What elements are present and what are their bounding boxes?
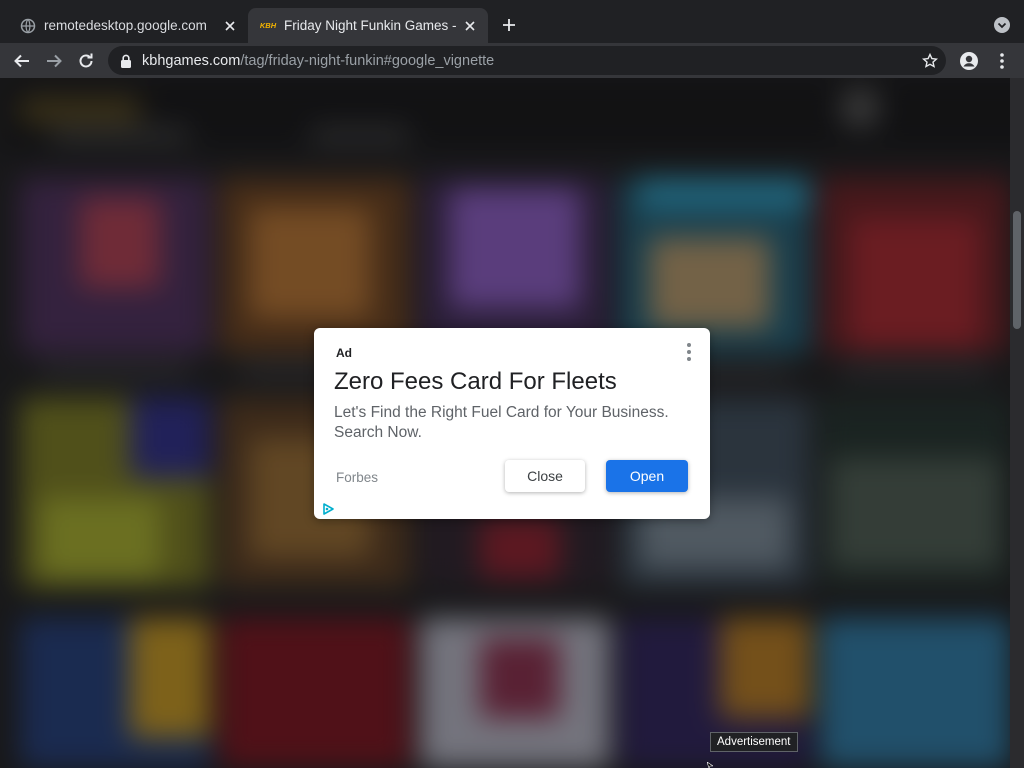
profile-avatar-icon xyxy=(960,52,978,70)
ad-headline[interactable]: Zero Fees Card For Fleets xyxy=(334,368,617,396)
plus-icon xyxy=(503,19,515,31)
ad-body-text[interactable]: Let's Find the Right Fuel Card for Your … xyxy=(334,403,696,443)
back-button[interactable] xyxy=(8,47,36,75)
bookmark-star-icon[interactable] xyxy=(920,51,940,71)
globe-icon xyxy=(20,18,36,34)
ad-advertiser[interactable]: Forbes xyxy=(336,470,378,485)
ad-close-button[interactable]: Close xyxy=(505,460,585,492)
url-path: /tag/friday-night-funkin#google_vignette xyxy=(240,52,495,69)
advertisement-tooltip: Advertisement xyxy=(710,732,798,752)
tab-title: remotedesktop.google.com xyxy=(44,18,207,33)
browser-toolbar: kbhgames.com/tag/friday-night-funkin#goo… xyxy=(0,43,1024,78)
tab-strip: remotedesktop.google.com KBH Friday Nigh… xyxy=(0,0,1024,43)
adchoices-icon[interactable] xyxy=(321,502,335,516)
scrollbar-thumb[interactable] xyxy=(1013,211,1021,329)
kebab-menu-icon xyxy=(1000,53,1004,69)
vignette-ad-dialog[interactable]: Ad Zero Fees Card For Fleets Let's Find … xyxy=(314,328,710,519)
browser-menu-button[interactable] xyxy=(988,47,1016,75)
forward-arrow-icon xyxy=(47,54,62,68)
lock-icon[interactable] xyxy=(120,54,134,68)
reload-button[interactable] xyxy=(72,47,100,75)
back-arrow-icon xyxy=(14,54,29,68)
tab-title: Friday Night Funkin Games - Pl xyxy=(284,18,456,33)
tab-search-button[interactable] xyxy=(990,13,1014,37)
forward-button[interactable] xyxy=(40,47,68,75)
kbh-favicon-icon: KBH xyxy=(260,18,276,34)
close-tab-icon[interactable] xyxy=(222,18,238,34)
new-tab-button[interactable] xyxy=(497,13,521,37)
reload-icon xyxy=(79,53,93,68)
close-tab-icon[interactable] xyxy=(462,18,478,34)
tab-friday-night-funkin[interactable]: KBH Friday Night Funkin Games - Pl xyxy=(248,8,488,43)
url-text: kbhgames.com/tag/friday-night-funkin#goo… xyxy=(142,53,494,69)
url-host: kbhgames.com xyxy=(142,52,241,69)
profile-button[interactable] xyxy=(955,47,983,75)
address-bar[interactable]: kbhgames.com/tag/friday-night-funkin#goo… xyxy=(108,46,946,75)
ad-open-button[interactable]: Open xyxy=(606,460,688,492)
page-scrollbar[interactable] xyxy=(1010,78,1024,768)
tab-remotedesktop[interactable]: remotedesktop.google.com xyxy=(8,8,248,43)
chevron-down-circle-icon xyxy=(994,17,1010,33)
ad-label: Ad xyxy=(336,346,352,360)
favicon-text: KBH xyxy=(259,21,277,30)
mouse-cursor-icon xyxy=(707,762,713,768)
ad-options-icon[interactable] xyxy=(682,342,696,362)
